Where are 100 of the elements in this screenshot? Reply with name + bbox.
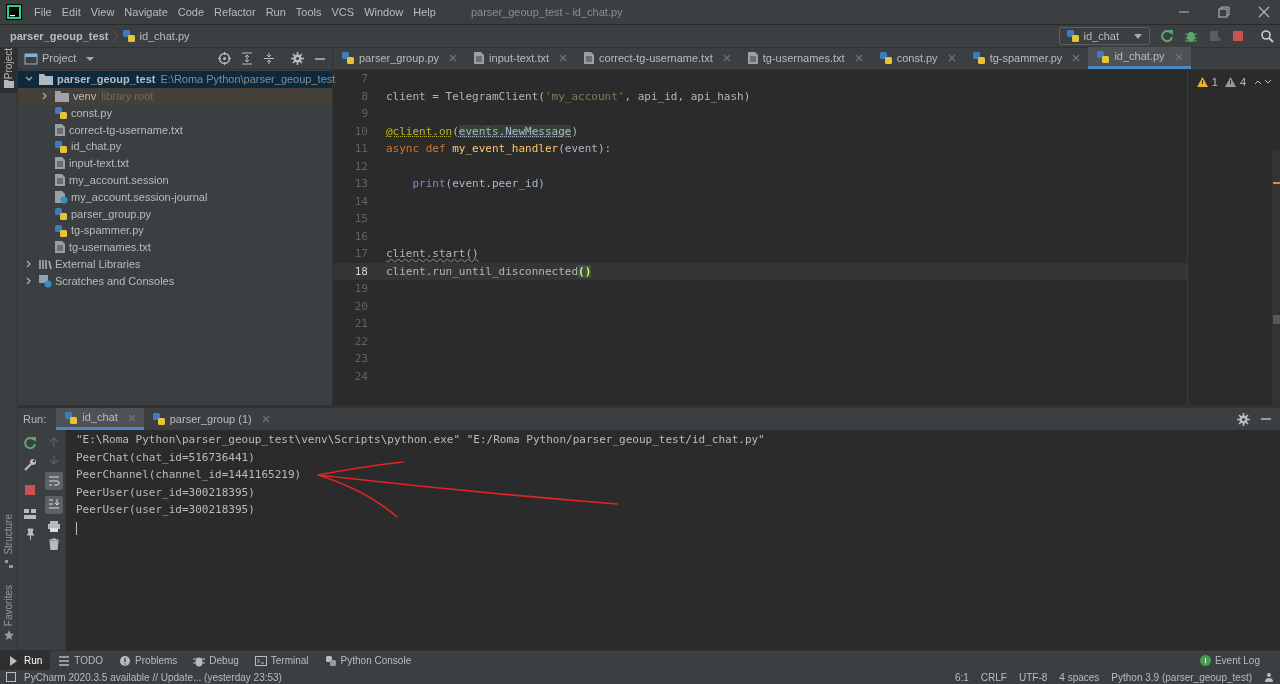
tool-window-button[interactable]: Python Console xyxy=(316,650,420,671)
tool-window-button[interactable]: Debug xyxy=(185,650,247,671)
tree-item[interactable]: venv xyxy=(73,87,97,105)
tool-window-button[interactable]: Terminal xyxy=(246,650,317,671)
status-item[interactable]: UTF-8 xyxy=(1018,669,1048,684)
event-log-button[interactable]: Event Log xyxy=(1199,653,1260,668)
tree-item[interactable]: External Libraries xyxy=(55,255,141,273)
stop-icon[interactable] xyxy=(1232,30,1244,42)
editor-tab[interactable]: id_chat.py xyxy=(1088,47,1191,69)
scroll-to-end-icon[interactable] xyxy=(44,496,63,514)
text-file-icon xyxy=(473,51,486,65)
tree-item[interactable]: parser_group.py xyxy=(71,205,152,222)
status-item[interactable]: Python 3.9 (parser_geoup_test) xyxy=(1111,669,1252,684)
warning-count[interactable]: 1 xyxy=(1211,74,1218,91)
tool-window-tab[interactable]: Project xyxy=(0,48,20,80)
editor-tab[interactable]: const.py xyxy=(870,47,964,69)
user-icon[interactable] xyxy=(1264,672,1274,682)
tree-item[interactable]: Scratches and Consoles xyxy=(55,272,175,290)
status-item[interactable]: CRLF xyxy=(980,669,1007,684)
python-file-icon xyxy=(64,410,79,425)
editor-tab[interactable]: correct-tg-username.txt xyxy=(575,47,739,69)
tree-item[interactable]: parser_geoup_test xyxy=(57,71,156,88)
rerun-icon[interactable] xyxy=(1160,29,1174,43)
tree-item[interactable]: tg-spammer.py xyxy=(71,222,144,239)
settings-icon[interactable] xyxy=(1237,412,1250,426)
soft-wrap-icon[interactable] xyxy=(44,472,63,490)
line-number: 20 xyxy=(353,298,369,315)
line-number: 17 xyxy=(353,246,369,262)
collapse-all-icon[interactable] xyxy=(263,52,275,65)
run-tab[interactable]: id_chat xyxy=(56,408,144,430)
weak-warning-icon[interactable] xyxy=(1224,77,1236,88)
tree-item[interactable]: my_account.session-journal xyxy=(71,188,208,206)
square-icon[interactable] xyxy=(6,672,16,682)
tree-item[interactable]: my_account.session xyxy=(69,171,169,189)
menu-item[interactable]: Navigate xyxy=(119,3,173,21)
stop-icon[interactable] xyxy=(24,484,36,496)
line-number: 16 xyxy=(353,228,369,245)
star-icon xyxy=(3,630,14,640)
close-icon[interactable] xyxy=(1258,6,1270,18)
tool-window-button[interactable]: Run xyxy=(0,650,51,671)
tree-item[interactable]: const.py xyxy=(71,104,112,122)
status-message[interactable]: PyCharm 2020.3.5 available // Update... (yesterday 23:53) xyxy=(24,669,282,684)
trash-icon[interactable] xyxy=(47,538,60,550)
tree-item[interactable]: id_chat.py xyxy=(71,138,122,155)
editor-tab[interactable]: input-text.txt xyxy=(465,47,576,69)
menu-item[interactable]: File xyxy=(29,3,57,21)
run-config-dropdown[interactable]: id_chat xyxy=(1058,27,1150,45)
menu-item[interactable]: Tools xyxy=(290,3,327,21)
tool-window-button[interactable]: TODO xyxy=(50,650,112,671)
code-line: client.start() xyxy=(385,246,480,262)
tree-item[interactable]: correct-tg-username.txt xyxy=(69,121,183,139)
warning-marker xyxy=(1273,182,1280,184)
python-file-icon xyxy=(341,51,355,65)
editor-tab[interactable]: tg-spammer.py xyxy=(963,47,1089,69)
panel-label: Run: xyxy=(23,411,47,427)
menu-item[interactable]: Code xyxy=(172,3,210,21)
search-icon[interactable] xyxy=(1260,29,1274,43)
console-line: PeerChat(chat_id=516736441) xyxy=(76,449,255,466)
console-line: "E:\Roma Python\parser_geoup_test\venv\Scripts\python.exe" "E:/Roma Python/parser_geoup_test/id_chat.py" xyxy=(76,432,765,448)
layout-icon[interactable] xyxy=(23,508,37,520)
caret-icon xyxy=(86,55,95,62)
python-file-icon xyxy=(971,51,986,65)
tool-window-tab[interactable]: Structure xyxy=(1,514,16,555)
locate-icon[interactable] xyxy=(218,52,231,65)
expand-all-icon[interactable] xyxy=(241,52,253,65)
menu-item[interactable]: Help xyxy=(408,3,441,21)
restore-icon[interactable] xyxy=(1218,6,1230,18)
menu-item[interactable]: Refactor xyxy=(209,3,261,21)
menu-item[interactable]: Run xyxy=(260,3,291,21)
tree-item[interactable]: input-text.txt xyxy=(69,155,129,172)
project-view-dropdown[interactable]: Project xyxy=(24,50,95,67)
tree-item[interactable]: tg-usernames.txt xyxy=(69,239,151,256)
print-icon[interactable] xyxy=(46,520,61,532)
breadcrumb[interactable]: id_chat.py xyxy=(139,27,190,45)
menu-item[interactable]: View xyxy=(85,3,120,21)
editor-tab[interactable]: parser_group.py xyxy=(333,47,466,69)
tool-window-button[interactable]: Problems xyxy=(111,650,186,671)
warning-icon[interactable] xyxy=(1196,77,1208,88)
settings-icon[interactable] xyxy=(291,52,304,65)
pin-icon[interactable] xyxy=(24,528,36,540)
wrench-icon[interactable] xyxy=(23,458,37,472)
status-item[interactable]: 6:1 xyxy=(954,669,969,684)
breadcrumb[interactable]: parser_geoup_test xyxy=(10,27,109,45)
scroll-thumb[interactable] xyxy=(1273,315,1280,324)
line-number: 14 xyxy=(353,193,369,210)
text-file-icon xyxy=(54,173,66,188)
warning-count[interactable]: 4 xyxy=(1239,74,1246,91)
bug-icon[interactable] xyxy=(1184,29,1198,43)
run-tab[interactable]: parser_group (1) xyxy=(143,408,278,430)
menu-item[interactable]: Edit xyxy=(56,3,86,21)
scrollbar[interactable] xyxy=(1272,150,1280,405)
app-logo-icon xyxy=(6,4,22,20)
tool-window-tab[interactable]: Favorites xyxy=(1,584,16,626)
menu-item[interactable]: VCS xyxy=(326,3,360,21)
editor-tab[interactable]: tg-usernames.txt xyxy=(738,47,871,69)
navigate-arrows-icon[interactable] xyxy=(1254,78,1272,87)
status-item[interactable]: 4 spaces xyxy=(1059,669,1100,684)
rerun-icon[interactable] xyxy=(23,436,37,450)
menu-item[interactable]: Window xyxy=(359,3,409,21)
folder-icon xyxy=(2,79,15,90)
